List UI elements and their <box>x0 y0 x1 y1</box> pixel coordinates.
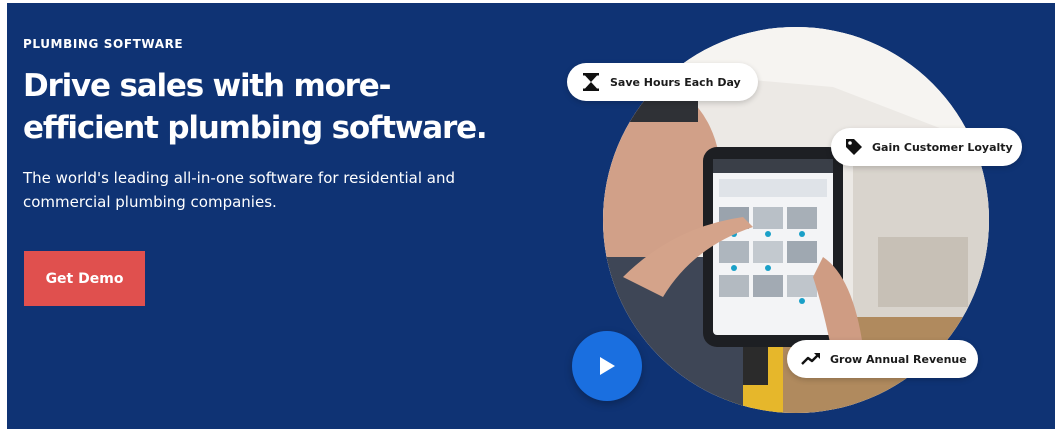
get-demo-button[interactable]: Get Demo <box>24 251 145 306</box>
feature-label: Save Hours Each Day <box>610 75 741 89</box>
feature-label: Gain Customer Loyalty <box>872 140 1013 154</box>
subheadline-line-1: The world's leading all-in-one software … <box>23 169 456 187</box>
trend-up-icon <box>801 349 821 369</box>
subheadline-line-2: commercial plumbing companies. <box>23 193 277 211</box>
feature-pill-customer-loyalty: Gain Customer Loyalty <box>831 128 1022 166</box>
feature-pill-annual-revenue: Grow Annual Revenue <box>787 340 978 378</box>
feature-pill-save-hours: Save Hours Each Day <box>567 63 758 101</box>
headline: Drive sales with more- efficient plumbin… <box>23 65 543 149</box>
headline-line-2: efficient plumbing software. <box>23 110 488 146</box>
eyebrow-label: PLUMBING SOFTWARE <box>23 37 184 51</box>
tag-icon <box>845 137 863 157</box>
feature-label: Grow Annual Revenue <box>830 352 967 366</box>
play-icon <box>600 357 615 375</box>
hourglass-icon <box>581 72 601 92</box>
subheadline: The world's leading all-in-one software … <box>23 166 523 214</box>
headline-line-1: Drive sales with more- <box>23 68 391 104</box>
play-video-button[interactable] <box>572 331 642 401</box>
